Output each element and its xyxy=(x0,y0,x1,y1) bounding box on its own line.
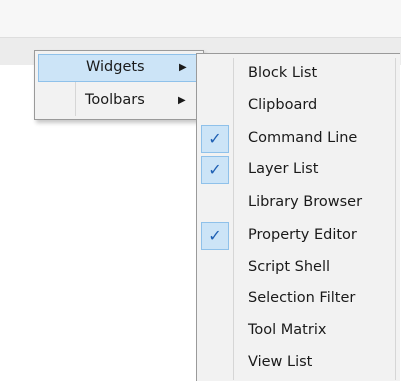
submenu-item-command-line[interactable]: ✓ Command Line xyxy=(197,124,395,155)
submenu-item-label: Selection Filter xyxy=(248,290,356,306)
submenu-item-view-list[interactable]: View List xyxy=(197,348,395,379)
submenu-item-block-list[interactable]: Block List xyxy=(197,59,395,90)
menu-item-label: Toolbars xyxy=(85,92,145,108)
menu-item-toolbars[interactable]: Toolbars ▶ xyxy=(38,88,200,116)
submenu-arrow-icon: ▶ xyxy=(179,62,187,73)
submenu-item-label: Clipboard xyxy=(248,97,318,113)
checkmark-icon: ✓ xyxy=(201,222,229,250)
submenu-item-label: Layer List xyxy=(248,161,319,177)
submenu-item-tool-matrix[interactable]: Tool Matrix xyxy=(197,316,395,347)
menu-item-widgets[interactable]: Widgets ▶ xyxy=(38,54,200,82)
submenu-item-property-editor[interactable]: ✓ Property Editor xyxy=(197,221,395,252)
widgets-submenu: Block List Clipboard ✓ Command Line ✓ La… xyxy=(196,53,400,381)
submenu-item-selection-filter[interactable]: Selection Filter xyxy=(197,284,395,315)
submenu-item-library-browser[interactable]: Library Browser xyxy=(197,188,395,219)
checkmark-icon: ✓ xyxy=(201,125,229,153)
menu-item-label: Widgets xyxy=(86,59,145,75)
submenu-arrow-icon: ▶ xyxy=(178,95,186,106)
submenu-edge-line xyxy=(395,58,396,380)
title-area xyxy=(0,0,401,37)
submenu-item-label: Property Editor xyxy=(248,227,357,243)
submenu-item-label: Command Line xyxy=(248,130,358,146)
view-popup-menu: Widgets ▶ Toolbars ▶ xyxy=(34,50,204,120)
submenu-item-layer-list[interactable]: ✓ Layer List xyxy=(197,155,395,186)
submenu-item-label: Block List xyxy=(248,65,318,81)
submenu-item-clipboard[interactable]: Clipboard xyxy=(197,91,395,122)
checkmark-icon: ✓ xyxy=(201,156,229,184)
submenu-item-script-shell[interactable]: Script Shell xyxy=(197,253,395,284)
submenu-item-label: Tool Matrix xyxy=(248,322,327,338)
submenu-item-label: View List xyxy=(248,354,313,370)
submenu-item-label: Script Shell xyxy=(248,259,331,275)
submenu-item-label: Library Browser xyxy=(248,194,363,210)
